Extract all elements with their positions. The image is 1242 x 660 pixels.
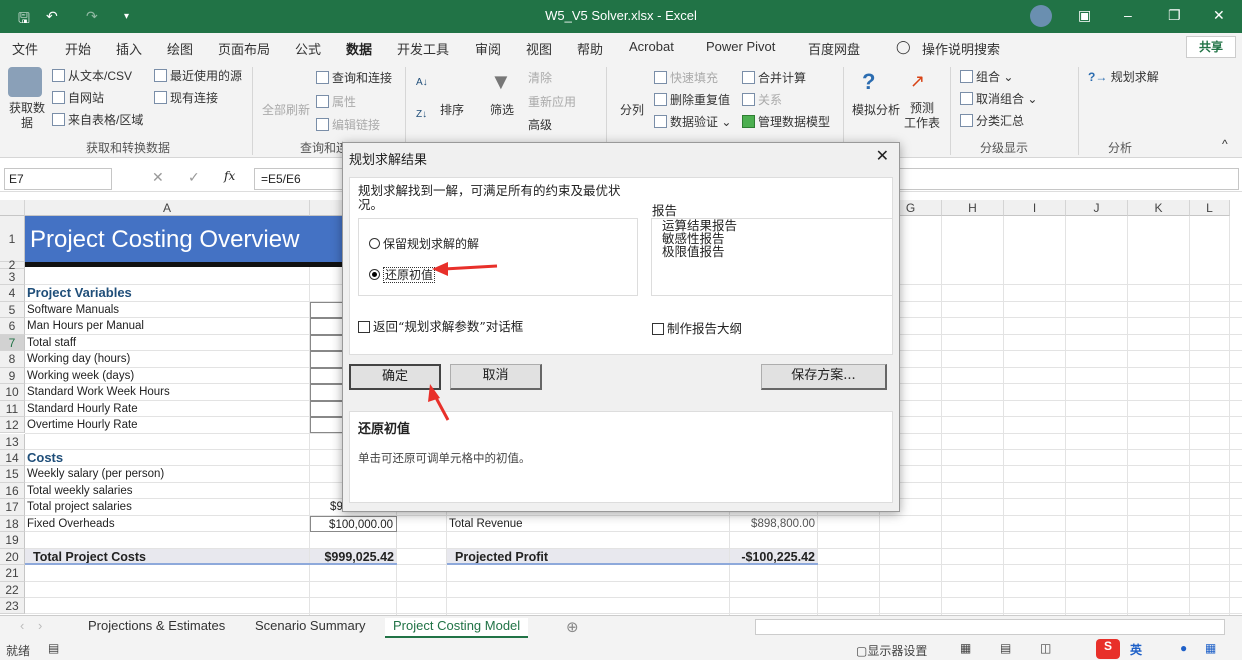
annotation-arrows bbox=[428, 262, 498, 421]
arrow-to-ok-button bbox=[428, 384, 450, 421]
arrow-to-restore-option bbox=[432, 262, 498, 276]
